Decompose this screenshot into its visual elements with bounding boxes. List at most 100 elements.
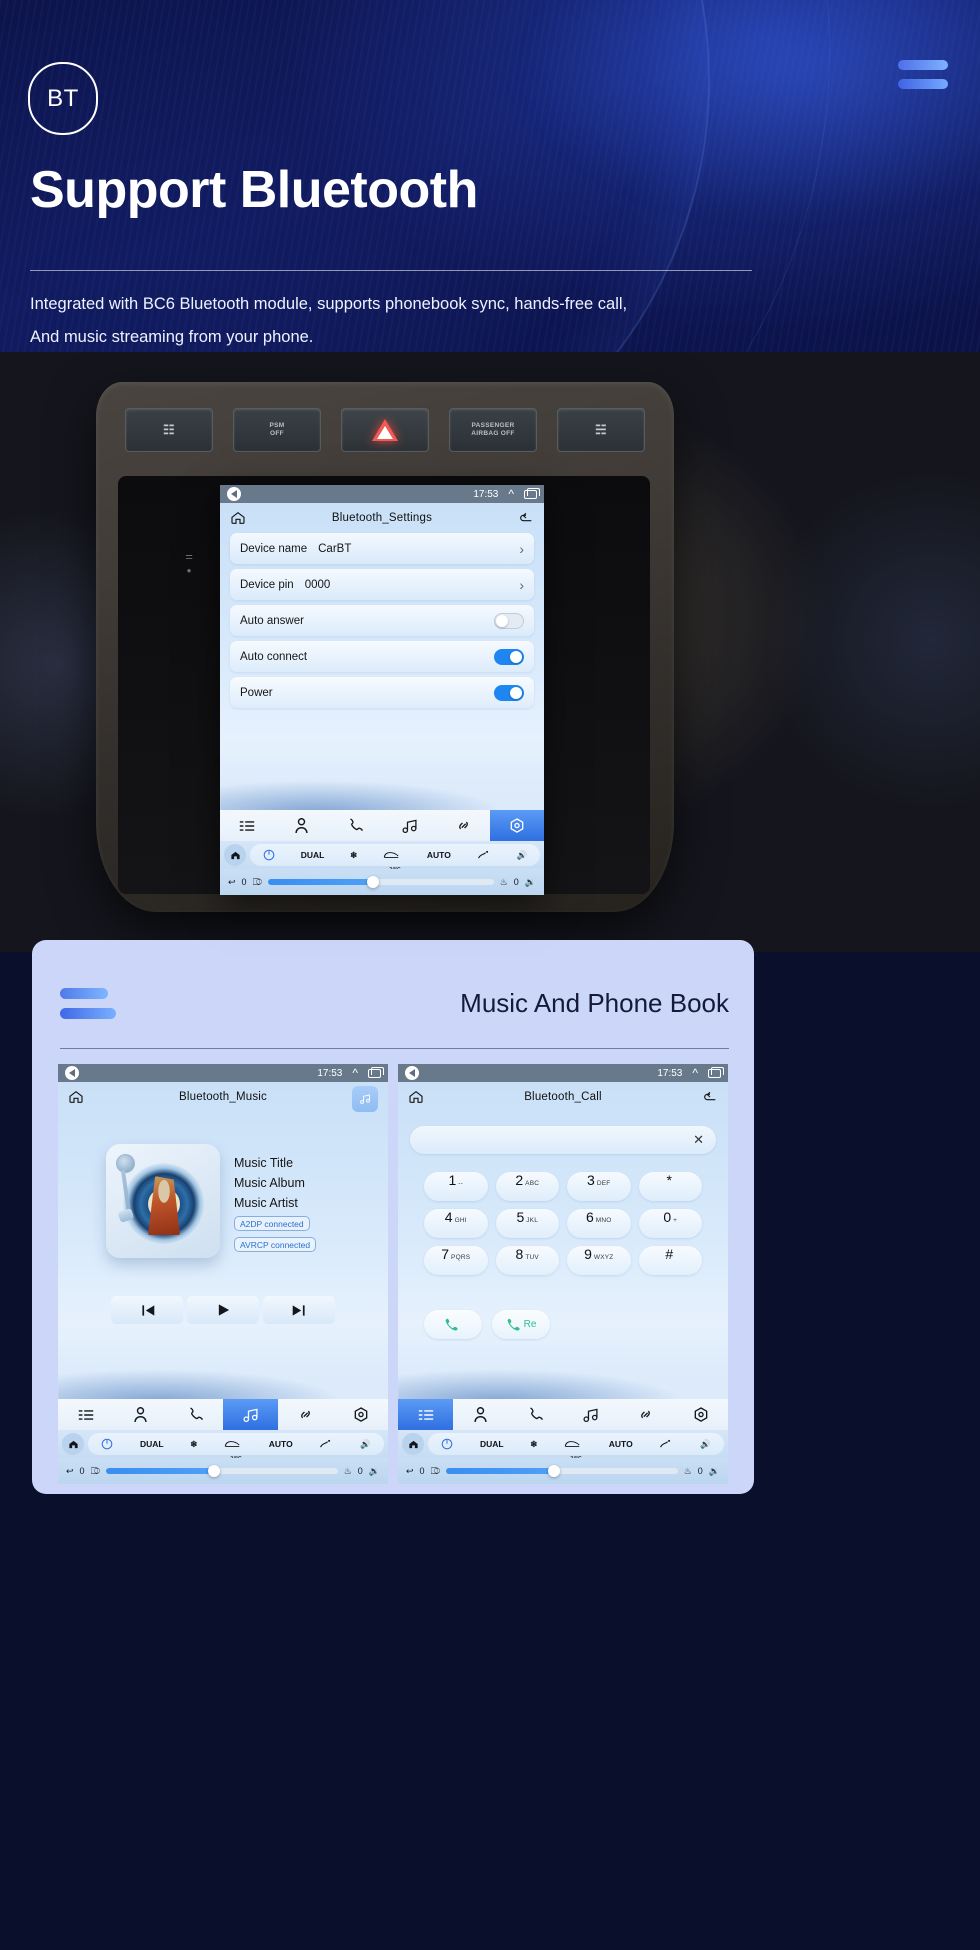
head-unit-screen[interactable]: 17:53 ^ Bluetooth_Settings Device name C… [220, 485, 544, 895]
rear-defrost-icon[interactable] [383, 850, 401, 860]
passenger-airbag-button[interactable]: PASSENGER AIRBAG OFF [449, 408, 537, 452]
power-icon[interactable] [441, 1438, 453, 1450]
volume-up-icon[interactable]: 🔊 [700, 1439, 711, 1450]
recents-icon[interactable] [708, 1066, 724, 1078]
rear-defrost-icon[interactable] [564, 1439, 582, 1449]
seat-icon[interactable]: ⎄ [253, 877, 263, 888]
table-row[interactable]: Auto answer [230, 605, 534, 636]
auto-answer-toggle[interactable] [494, 612, 524, 629]
seat-heater-button[interactable]: ☷ [125, 408, 213, 452]
close-icon[interactable]: ✕ [693, 1132, 704, 1148]
hvac-home-button[interactable] [402, 1433, 424, 1455]
auto-label[interactable]: AUTO [609, 1439, 633, 1449]
chevron-right-icon[interactable]: › [519, 541, 524, 557]
keypad-icon[interactable] [220, 810, 274, 841]
power-toggle[interactable] [494, 684, 524, 701]
key-9[interactable]: 9 WXYZ [567, 1246, 631, 1275]
table-row[interactable]: Device pin 0000 › [230, 569, 534, 600]
key-8[interactable]: 8 TUV [495, 1246, 559, 1275]
bluetooth-music-screen[interactable]: 17:53 ^ Bluetooth_Music Music Title Musi… [58, 1064, 388, 1484]
play-icon[interactable] [187, 1296, 259, 1324]
recents-icon[interactable] [368, 1066, 384, 1078]
redial-button[interactable]: Re [492, 1310, 550, 1339]
phone-icon[interactable] [168, 1399, 223, 1430]
link-icon[interactable] [436, 810, 490, 841]
hvac-home-button[interactable] [62, 1433, 84, 1455]
back-icon[interactable]: ↩ [406, 1466, 414, 1477]
volume-up-icon[interactable]: 🔊 [516, 850, 527, 861]
volume-down-icon[interactable]: 🔉 [369, 1466, 380, 1477]
link-icon[interactable] [618, 1399, 673, 1430]
call-button[interactable] [424, 1310, 482, 1339]
chevron-up-icon[interactable]: ^ [352, 1067, 358, 1079]
settings-icon[interactable] [490, 810, 544, 841]
chevron-up-icon[interactable]: ^ [508, 488, 514, 500]
key-hash[interactable]: # [638, 1246, 702, 1275]
key-1[interactable]: 1 -- [424, 1172, 488, 1201]
recents-icon[interactable] [524, 487, 540, 499]
phone-icon[interactable] [508, 1399, 563, 1430]
fan-slider[interactable] [268, 876, 494, 888]
music-icon[interactable] [382, 810, 436, 841]
psm-off-button[interactable]: PSM OFF [233, 408, 321, 452]
contact-icon[interactable] [274, 810, 328, 841]
power-icon[interactable] [101, 1438, 113, 1450]
phone-number-input[interactable]: ✕ [410, 1126, 716, 1154]
key-star[interactable]: * [638, 1172, 702, 1201]
power-icon[interactable] [263, 849, 275, 861]
table-row[interactable]: Auto connect [230, 641, 534, 672]
next-track-icon[interactable] [263, 1296, 335, 1324]
seat-heater-icon[interactable]: ♨ [684, 1466, 692, 1477]
seat-heater-icon[interactable]: ♨ [344, 1466, 352, 1477]
phone-icon[interactable] [328, 810, 382, 841]
music-icon[interactable] [563, 1399, 618, 1430]
snowflake-icon[interactable]: ❄ [190, 1439, 197, 1450]
chevron-up-icon[interactable]: ^ [692, 1067, 698, 1079]
previous-track-icon[interactable] [111, 1296, 183, 1324]
key-0[interactable]: 0 + [638, 1209, 702, 1238]
airflow-icon[interactable] [319, 1438, 333, 1450]
keypad-icon[interactable] [398, 1399, 453, 1430]
fan-slider[interactable] [106, 1465, 338, 1477]
hvac-home-button[interactable] [224, 844, 246, 866]
fan-icon[interactable] [367, 876, 380, 888]
snowflake-icon[interactable]: ❄ [530, 1439, 537, 1450]
auto-connect-toggle[interactable] [494, 648, 524, 665]
volume-down-icon[interactable]: 🔉 [709, 1466, 720, 1477]
key-5[interactable]: 5 JKL [495, 1209, 559, 1238]
music-note-icon[interactable] [352, 1086, 378, 1112]
rear-defrost-icon[interactable] [224, 1439, 242, 1449]
key-2[interactable]: 2 ABC [495, 1172, 559, 1201]
table-row[interactable]: Power [230, 677, 534, 708]
seat-icon[interactable]: ⎄ [91, 1466, 101, 1477]
fan-slider[interactable] [446, 1465, 678, 1477]
settings-icon[interactable] [333, 1399, 388, 1430]
volume-icon[interactable] [227, 487, 241, 501]
volume-icon[interactable] [65, 1066, 79, 1080]
key-3[interactable]: 3 DEF [567, 1172, 631, 1201]
volume-icon[interactable] [405, 1066, 419, 1080]
link-icon[interactable] [278, 1399, 333, 1430]
dual-label[interactable]: DUAL [140, 1439, 164, 1449]
auto-label[interactable]: AUTO [427, 850, 451, 860]
table-row[interactable]: Device name CarBT › [230, 533, 534, 564]
key-7[interactable]: 7 PQRS [424, 1246, 488, 1275]
key-4[interactable]: 4 GHI [424, 1209, 488, 1238]
airflow-icon[interactable] [477, 849, 491, 861]
fan-icon[interactable] [207, 1465, 220, 1477]
contact-icon[interactable] [453, 1399, 508, 1430]
seat-control-button[interactable]: ☵ [557, 408, 645, 452]
airflow-icon[interactable] [659, 1438, 673, 1450]
hazard-warning-button[interactable] [341, 408, 429, 452]
snowflake-icon[interactable]: ❄ [350, 850, 357, 861]
music-icon[interactable] [223, 1399, 278, 1430]
key-6[interactable]: 6 MNO [567, 1209, 631, 1238]
volume-up-icon[interactable]: 🔊 [360, 1439, 371, 1450]
auto-label[interactable]: AUTO [269, 1439, 293, 1449]
volume-down-icon[interactable]: 🔉 [525, 877, 536, 888]
dual-label[interactable]: DUAL [301, 850, 325, 860]
contact-icon[interactable] [113, 1399, 168, 1430]
keypad-icon[interactable] [58, 1399, 113, 1430]
settings-icon[interactable] [673, 1399, 728, 1430]
bluetooth-call-screen[interactable]: 17:53 ^ Bluetooth_Call ✕ 1 -- 2 ABC 3 DEF *… [398, 1064, 728, 1484]
